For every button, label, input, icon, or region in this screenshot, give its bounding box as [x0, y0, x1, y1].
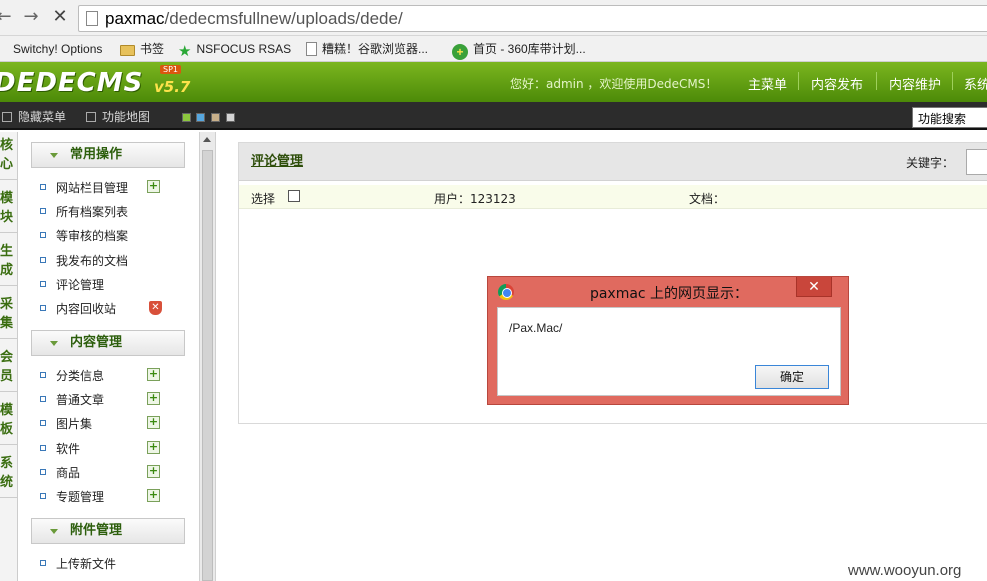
add-icon[interactable]: + — [147, 489, 160, 502]
select-label: 选择 — [251, 192, 276, 206]
alert-dialog: paxmac 上的网页显示： ✕ /Pax.Mac/ 确定 — [487, 276, 849, 405]
menu-item-upload-file[interactable]: 上传新文件 — [40, 555, 116, 572]
add-icon[interactable]: + — [147, 441, 160, 454]
menu-group-common[interactable]: 常用操作 — [31, 142, 185, 168]
select-checkbox[interactable] — [288, 190, 300, 202]
sidetab-system[interactable]: 系统 — [0, 450, 18, 498]
menu-item-image-set[interactable]: 图片集 — [40, 415, 92, 432]
menu-group-content[interactable]: 内容管理 — [31, 330, 185, 356]
comment-user: 用户：123123 — [434, 192, 516, 206]
delete-icon[interactable]: ✕ — [149, 301, 162, 315]
add-icon[interactable]: + — [147, 180, 160, 193]
add-icon[interactable]: + — [147, 416, 160, 429]
cms-toolbar: 隐藏菜单 功能地图 功能搜索 — [0, 102, 987, 130]
nav-divider — [952, 72, 953, 90]
dialog-body: /Pax.Mac/ 确定 — [497, 307, 841, 396]
bookmarks-bar: Switchy! Options 书签 ★ NSFOCUS RSAS 糟糕！谷歌浏… — [0, 36, 987, 62]
function-search-input[interactable]: 功能搜索 — [912, 107, 987, 128]
stop-icon[interactable]: ✕ — [50, 6, 70, 28]
comment-row: 选择 用户：123123 文档： — [239, 185, 987, 209]
welcome-text: 您好：admin ，欢迎使用DedeCMS！ — [510, 77, 718, 91]
bookmark-nsfocus[interactable]: ★ NSFOCUS RSAS — [178, 40, 291, 60]
forward-arrow-icon[interactable]: → — [21, 6, 41, 28]
url-text[interactable]: paxmac/dedecmsfullnew/uploads/dede/ — [105, 9, 403, 29]
menu-item-category-manage[interactable]: 网站栏目管理 — [40, 179, 128, 196]
menu-item-goods[interactable]: 商品 — [40, 464, 80, 481]
back-arrow-icon[interactable]: ← — [0, 6, 14, 28]
dialog-ok-button[interactable]: 确定 — [755, 365, 829, 389]
sidetab-collect[interactable]: 采集 — [0, 291, 18, 339]
watermark: www.wooyun.org — [848, 562, 962, 579]
menu-item-software[interactable]: 软件 — [40, 440, 80, 457]
cms-header: DEDECMS SP1 v5.7 您好：admin ，欢迎使用DedeCMS！ … — [0, 62, 987, 102]
sidetab-core[interactable]: 核心 — [0, 132, 18, 180]
screen: ← → ✕ paxmac/dedecmsfullnew/uploads/dede… — [0, 0, 987, 581]
keyword-input[interactable] — [966, 149, 987, 175]
sidetab-generate[interactable]: 生成 — [0, 238, 18, 286]
bookmark-chrome-error[interactable]: 糟糕！谷歌浏览器... — [306, 40, 428, 58]
nav-system[interactable]: 系统 — [964, 74, 987, 93]
site-map-button[interactable]: 功能地图 — [86, 108, 150, 125]
document-icon — [306, 42, 317, 56]
menu-item-article[interactable]: 普通文章 — [40, 391, 104, 408]
menu-item-classified-info[interactable]: 分类信息 — [40, 367, 104, 384]
theme-swatch-tan[interactable] — [211, 113, 220, 122]
comment-document: 文档： — [689, 192, 726, 206]
panel-header: 评论管理 关键字： — [239, 143, 987, 181]
menu-item-recycle-bin[interactable]: 内容回收站 — [40, 300, 116, 317]
bookmark-folder[interactable]: 书签 — [120, 40, 164, 58]
menu-item-topic-manage[interactable]: 专题管理 — [40, 488, 104, 505]
bookmark-360[interactable]: + 首页 - 360库带计划... — [452, 40, 586, 60]
sidetab-template[interactable]: 模板 — [0, 397, 18, 445]
keyword-label: 关键字： — [906, 156, 955, 170]
theme-swatch-green[interactable] — [182, 113, 191, 122]
nav-content-maintain[interactable]: 内容维护 — [889, 74, 941, 93]
hide-menu-button[interactable]: 隐藏菜单 — [2, 108, 66, 125]
theme-swatch-blue[interactable] — [196, 113, 205, 122]
browser-address-row: ← → ✕ paxmac/dedecmsfullnew/uploads/dede… — [0, 0, 987, 36]
version-label: v5.7 — [154, 78, 191, 96]
menu-item-my-documents[interactable]: 我发布的文档 — [40, 252, 128, 269]
menu-scrollbar[interactable] — [199, 132, 216, 581]
add-icon[interactable]: + — [147, 392, 160, 405]
dialog-message: /Pax.Mac/ — [509, 321, 563, 335]
star-icon: ★ — [178, 43, 192, 60]
dedecms-logo: DEDECMS — [0, 68, 144, 98]
scrollbar-thumb[interactable] — [202, 150, 213, 581]
folder-icon — [120, 45, 135, 56]
menu-item-pending-archives[interactable]: 等审核的档案 — [40, 227, 128, 244]
address-bar[interactable]: paxmac/dedecmsfullnew/uploads/dede/ — [78, 5, 987, 32]
sidetab-member[interactable]: 会员 — [0, 344, 18, 392]
theme-swatch-gray[interactable] — [226, 113, 235, 122]
left-menu: 常用操作 网站栏目管理 + 所有档案列表 等审核的档案 我发布的文档 评论管理 … — [19, 132, 199, 581]
nav-divider — [798, 72, 799, 90]
grid-icon — [86, 112, 96, 122]
sp-badge: SP1 — [160, 65, 181, 74]
menu-group-attachment[interactable]: 附件管理 — [31, 518, 185, 544]
nav-main-menu[interactable]: 主菜单 — [748, 74, 787, 93]
scroll-up-icon[interactable] — [203, 137, 211, 142]
menu-item-comment-manage[interactable]: 评论管理 — [40, 276, 104, 293]
add-icon[interactable]: + — [147, 368, 160, 381]
page-icon — [86, 11, 98, 26]
menu-item-all-archives[interactable]: 所有档案列表 — [40, 203, 128, 220]
hide-menu-icon — [2, 112, 12, 122]
bookmark-switchy[interactable]: Switchy! Options — [13, 40, 102, 58]
side-tabs: 核心 模块 生成 采集 会员 模板 系统 — [0, 132, 18, 581]
nav-divider — [876, 72, 877, 90]
sidetab-module[interactable]: 模块 — [0, 185, 18, 233]
add-icon[interactable]: + — [147, 465, 160, 478]
panel-title-link[interactable]: 评论管理 — [251, 150, 303, 169]
dialog-close-button[interactable]: ✕ — [796, 277, 832, 297]
nav-content-publish[interactable]: 内容发布 — [811, 74, 863, 93]
360-icon: + — [452, 44, 468, 60]
